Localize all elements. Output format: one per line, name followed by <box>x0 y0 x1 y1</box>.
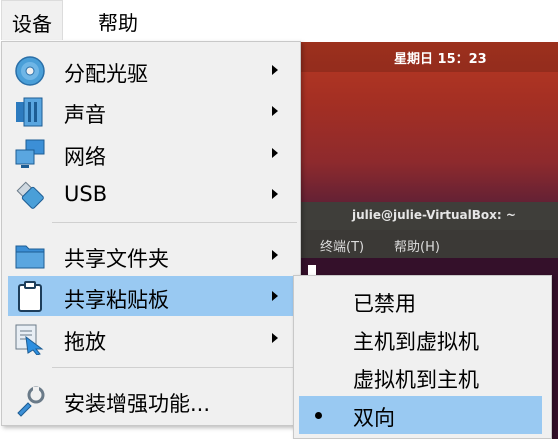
menu-item-label: 声音 <box>64 103 106 127</box>
audio-icon <box>14 96 46 128</box>
menubar-help[interactable]: 帮助 <box>88 0 148 40</box>
menu-item-label: 共享粘贴板 <box>64 288 169 312</box>
clipboard-option-host-to-guest[interactable]: 主机到虚拟机 <box>299 320 542 358</box>
menu-item-shared-clipboard[interactable]: 共享粘贴板 <box>8 276 294 316</box>
menu-item-drag-drop[interactable]: 拖放 <box>8 318 294 358</box>
submenu-arrow-icon <box>272 250 278 260</box>
usb-icon <box>14 179 46 211</box>
shared-clipboard-submenu: 已禁用 主机到虚拟机 虚拟机到主机 双向 <box>293 275 552 439</box>
network-icon <box>14 138 46 170</box>
submenu-item-label: 主机到虚拟机 <box>353 330 479 354</box>
clipboard-option-guest-to-host[interactable]: 虚拟机到主机 <box>299 358 542 396</box>
menu-item-label: 共享文件夹 <box>64 247 169 271</box>
submenu-arrow-icon <box>272 291 278 301</box>
menu-item-network[interactable]: 网络 <box>8 133 294 173</box>
submenu-arrow-icon <box>272 106 278 116</box>
menubar-devices[interactable]: 设备 <box>1 0 63 40</box>
drag-drop-icon <box>14 323 46 356</box>
submenu-arrow-icon <box>272 65 278 75</box>
devices-menu: 分配光驱 声音 网络 USB 共享文件夹 共享粘贴板 拖放 安装增强功能... <box>1 41 301 426</box>
menu-item-shared-folders[interactable]: 共享文件夹 <box>8 235 294 275</box>
clipboard-option-bidirectional[interactable]: 双向 <box>299 396 542 434</box>
shared-folder-icon <box>14 240 46 272</box>
submenu-arrow-icon <box>272 148 278 158</box>
submenu-arrow-icon <box>272 333 278 343</box>
submenu-item-label: 已禁用 <box>353 292 416 316</box>
guest-top-bar: 星期日 15：23 <box>300 42 558 72</box>
menu-separator <box>52 222 297 223</box>
menu-separator <box>52 367 297 368</box>
clipboard-icon <box>14 281 46 313</box>
menu-item-optical-drive[interactable]: 分配光驱 <box>8 50 294 90</box>
submenu-item-label: 虚拟机到主机 <box>353 368 479 392</box>
terminal-title: julie@julie-VirtualBox: ~ <box>352 208 516 222</box>
terminal-menu-help[interactable]: 帮助(H) <box>394 236 440 255</box>
menu-item-install-guest-additions[interactable]: 安装增强功能... <box>8 380 294 420</box>
submenu-arrow-icon <box>272 189 278 199</box>
menu-item-label: 拖放 <box>64 330 106 354</box>
optical-disc-icon <box>14 55 46 87</box>
host-menubar: 设备 帮助 <box>0 0 558 42</box>
menu-item-label: 网络 <box>64 145 106 169</box>
menu-item-label: 安装增强功能... <box>64 392 211 416</box>
terminal-menubar: 终端(T) 帮助(H) <box>300 230 558 258</box>
menu-item-label: 分配光驱 <box>64 62 148 86</box>
menu-item-label: USB <box>64 182 108 206</box>
install-guest-additions-icon <box>14 385 46 417</box>
terminal-menu-terminal[interactable]: 终端(T) <box>320 236 364 255</box>
guest-clock: 星期日 15：23 <box>394 52 487 67</box>
submenu-item-label: 双向 <box>353 406 395 430</box>
radio-selected-icon <box>315 412 322 419</box>
menu-item-usb[interactable]: USB <box>8 174 294 214</box>
terminal-title-bar[interactable]: julie@julie-VirtualBox: ~ <box>300 202 558 230</box>
menu-item-audio[interactable]: 声音 <box>8 91 294 131</box>
clipboard-option-disabled[interactable]: 已禁用 <box>299 282 542 320</box>
